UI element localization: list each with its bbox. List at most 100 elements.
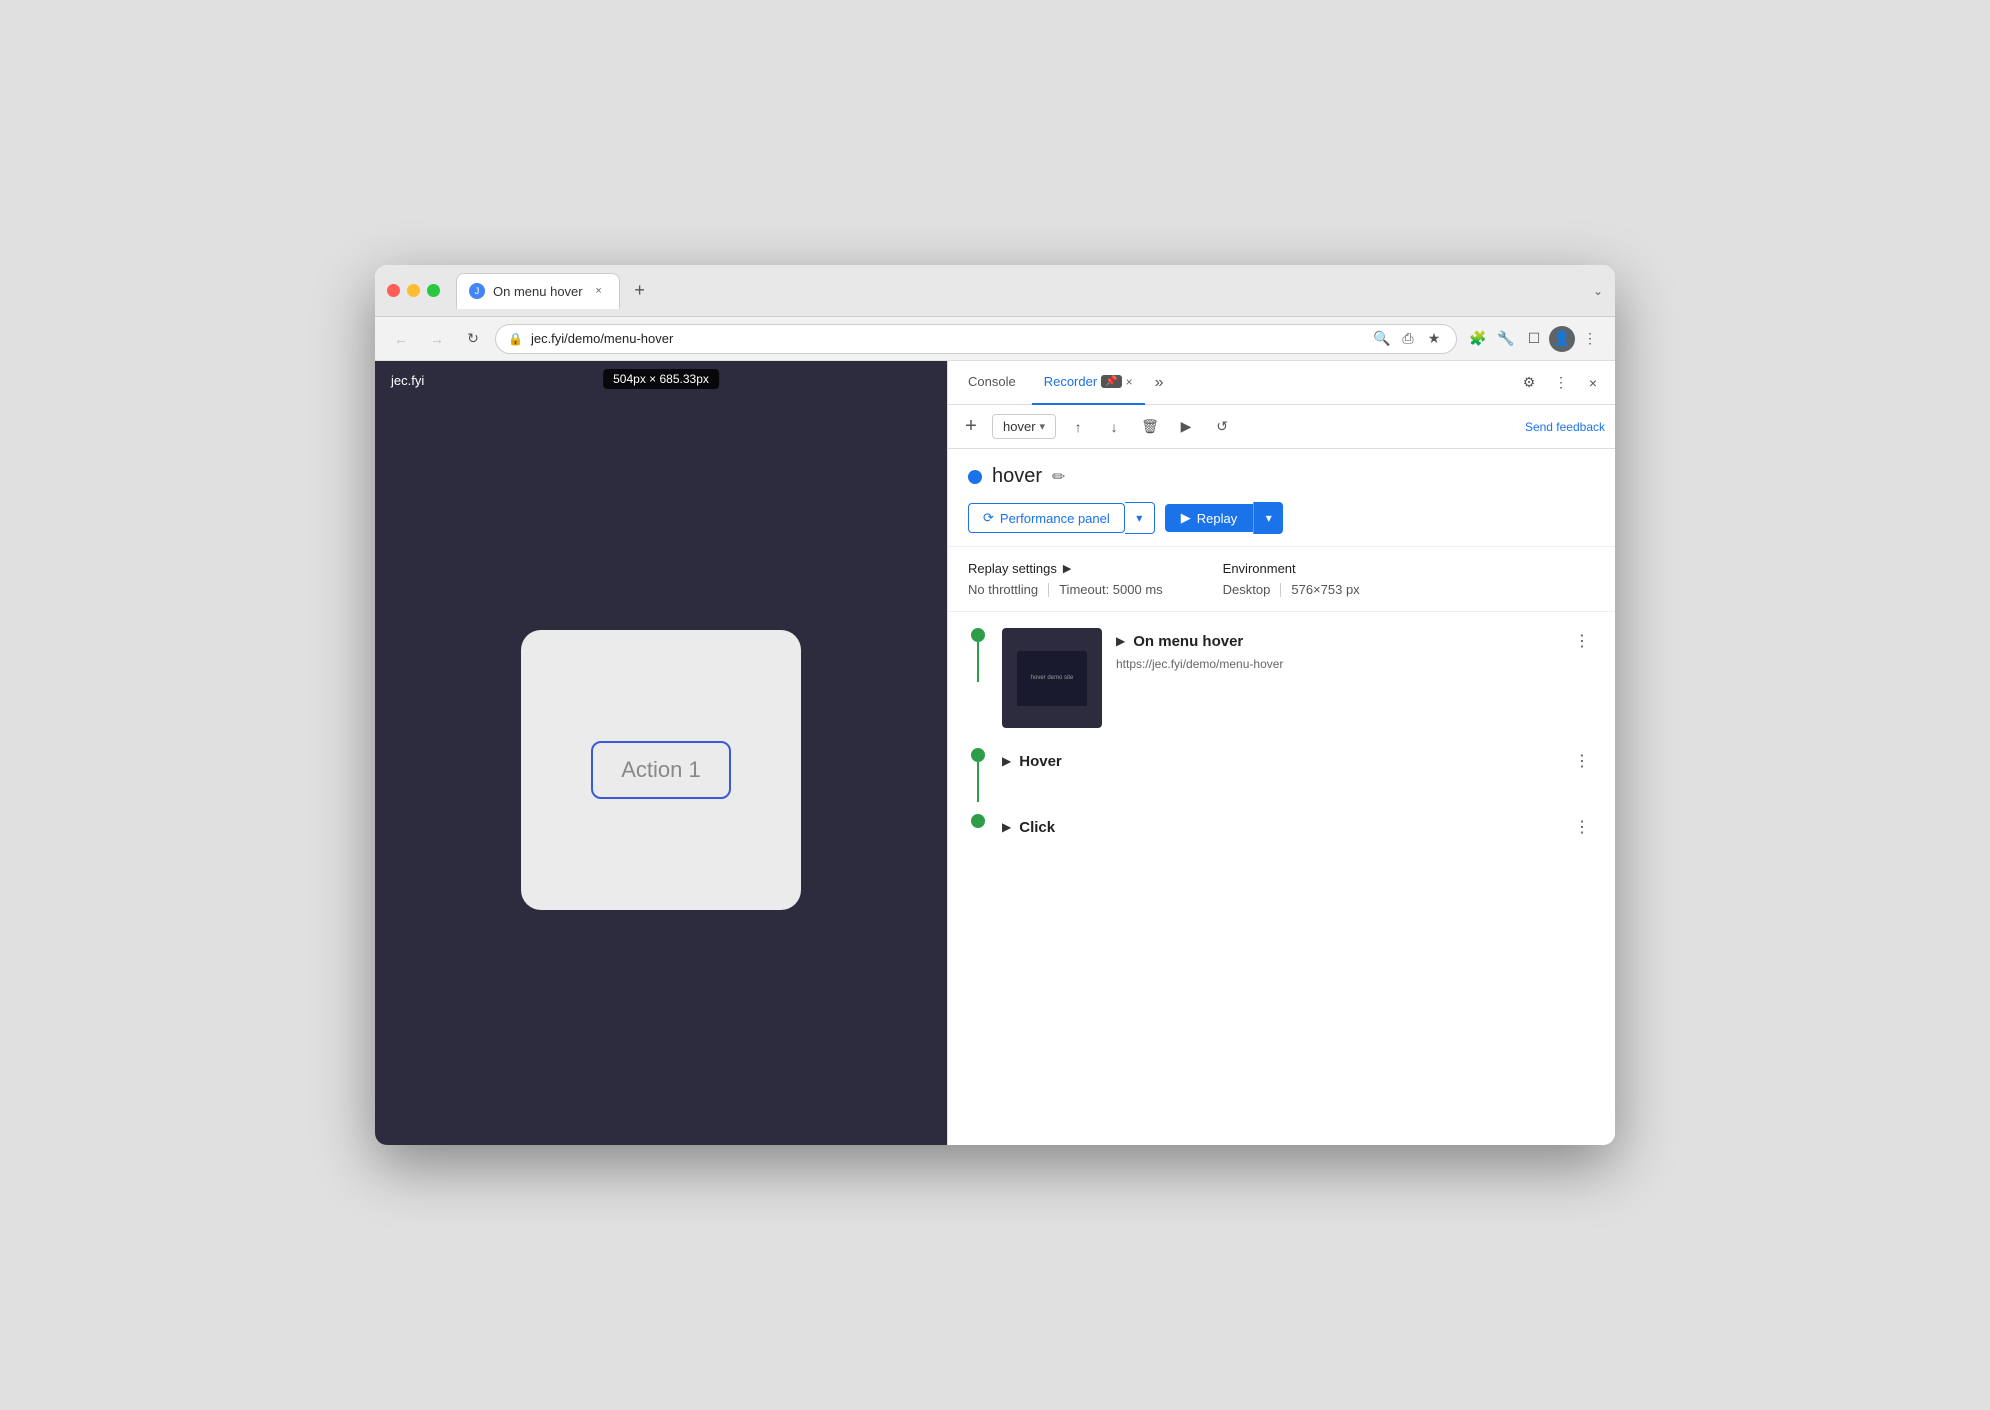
step-1-timeline [968,628,988,682]
dimension-tooltip: 504px × 685.33px [603,369,719,389]
title-bar: J On menu hover × + ⌄ [375,265,1615,317]
edit-title-icon[interactable]: ✏ [1052,467,1065,487]
step-1-title: On menu hover [1133,633,1243,650]
replay-dropdown-button[interactable]: ▾ [1253,502,1283,534]
menu-icon[interactable]: ⋮ [1577,326,1603,352]
step-2-content: ▶ Hover ⋮ [1002,748,1595,814]
forward-button[interactable]: → [423,325,451,353]
step-1-line [977,642,979,682]
replay-settings-values: No throttling Timeout: 5000 ms [968,582,1163,597]
extension-icon-1[interactable]: 🧩 [1465,326,1491,352]
desktop-label: Desktop [1223,582,1271,597]
extension-icons: 🧩 🔧 ☐ 👤 ⋮ [1465,326,1603,352]
env-divider [1280,583,1281,597]
environment-col: Environment Desktop 576×753 px [1223,561,1360,597]
step-3-content: ▶ Click ⋮ [1002,814,1595,860]
back-button[interactable]: ← [387,325,415,353]
environment-label: Environment [1223,561,1360,576]
step-3-title: Click [1019,819,1055,836]
replay-settings-col: Replay settings ▶ No throttling Timeout:… [968,561,1163,597]
settings-divider [1048,583,1049,597]
page-area: 504px × 685.33px jec.fyi Action 1 [375,361,947,1145]
browser-window: J On menu hover × + ⌄ ← → ↻ 🔒 jec.fyi/de… [375,265,1615,1145]
step-1-content: hover demo site ▶ On menu hover ⋮ https:… [1002,628,1595,748]
devtools-panel: Console Recorder 📌 × » ⚙ ⋮ × + hover ▾ [947,361,1615,1145]
address-bar[interactable]: 🔒 jec.fyi/demo/menu-hover 🔍 ⎙ ★ [495,324,1457,354]
nav-bar: ← → ↻ 🔒 jec.fyi/demo/menu-hover 🔍 ⎙ ★ 🧩 … [375,317,1615,361]
recorder-add-button[interactable]: + [958,414,984,440]
replay-button[interactable]: ▶ Replay [1165,504,1253,532]
action-button[interactable]: Action 1 [591,741,731,799]
replay-settings-section: Replay settings ▶ No throttling Timeout:… [948,547,1615,612]
tab-close-button[interactable]: × [591,283,607,299]
replay-settings-label: Replay settings [968,561,1057,576]
perf-panel-icon: ⟳ [983,510,994,526]
send-feedback-link[interactable]: Send feedback [1525,420,1605,434]
step-2-more-button[interactable]: ⋮ [1569,748,1595,774]
browser-tab[interactable]: J On menu hover × [456,273,620,309]
replay-settings-label-row: Replay settings ▶ [968,561,1163,576]
devtools-toolbar: Console Recorder 📌 × » ⚙ ⋮ × [948,361,1615,405]
devtools-more-button[interactable]: ⋮ [1547,369,1575,397]
recorder-delete-button[interactable]: 🗑 [1136,413,1164,441]
traffic-lights [387,284,440,297]
new-tab-button[interactable]: + [626,277,654,305]
step-2-title: Hover [1019,753,1062,770]
step-2-dot [971,748,985,762]
recorder-badge: 📌 [1101,375,1121,388]
step-2-timeline [968,748,988,802]
replay-settings-chevron-icon[interactable]: ▶ [1063,562,1071,575]
main-content: 504px × 685.33px jec.fyi Action 1 Consol… [375,361,1615,1145]
maximize-traffic-light[interactable] [427,284,440,297]
step-3-chevron-icon[interactable]: ▶ [1002,820,1011,834]
recorder-dropdown[interactable]: hover ▾ [992,414,1056,439]
tab-recorder[interactable]: Recorder 📌 × [1032,361,1145,405]
step-3-more-button[interactable]: ⋮ [1569,814,1595,840]
minimize-traffic-light[interactable] [407,284,420,297]
recording-status-dot [968,470,982,484]
more-tabs-button[interactable]: » [1149,370,1170,396]
step-2-chevron-icon[interactable]: ▶ [1002,754,1011,768]
performance-panel-button[interactable]: ⟳ Performance panel [968,503,1125,533]
bookmark-icon[interactable]: ★ [1424,329,1444,349]
recorder-upload-button[interactable]: ↑ [1064,413,1092,441]
search-icon[interactable]: 🔍 [1372,329,1392,349]
tab-bar: J On menu hover × + [456,273,1585,309]
recorder-dropdown-label: hover [1003,419,1036,434]
tab-favicon: J [469,283,485,299]
replay-icon: ▶ [1181,510,1191,526]
chevron-down-icon: ▾ [1040,420,1046,433]
tab-console[interactable]: Console [956,361,1028,405]
devtools-settings-button[interactable]: ⚙ [1515,369,1543,397]
extension-icon-2[interactable]: 🔧 [1493,326,1519,352]
window-controls: ⌄ [1593,284,1603,298]
step-item-2: ▶ Hover ⋮ [968,748,1595,814]
address-text: jec.fyi/demo/menu-hover [531,331,1364,346]
lock-icon: 🔒 [508,332,523,346]
recorder-download-button[interactable]: ↓ [1100,413,1128,441]
profile-icon[interactable]: 👤 [1549,326,1575,352]
step-item-1: hover demo site ▶ On menu hover ⋮ https:… [968,628,1595,748]
recorder-tab-close[interactable]: × [1126,375,1133,389]
step-1-more-button[interactable]: ⋮ [1569,628,1595,654]
address-icons: 🔍 ⎙ ★ [1372,329,1444,349]
step-1-dot [971,628,985,642]
environment-values: Desktop 576×753 px [1223,582,1360,597]
page-content: Action 1 [375,400,947,1140]
close-traffic-light[interactable] [387,284,400,297]
reload-button[interactable]: ↻ [459,325,487,353]
step-1-title-row: ▶ On menu hover ⋮ [1116,628,1595,654]
extension-icon-3[interactable]: ☐ [1521,326,1547,352]
recorder-toolbar: + hover ▾ ↑ ↓ 🗑 ▶ ↺ Send feedback [948,405,1615,449]
recording-header: hover ✏ ⟳ Performance panel ▾ ▶ [948,449,1615,547]
step-1-chevron-icon[interactable]: ▶ [1116,634,1125,648]
recorder-play-button[interactable]: ▶ [1172,413,1200,441]
recording-actions: ⟳ Performance panel ▾ ▶ Replay ▾ [968,502,1595,534]
step-1-url: https://jec.fyi/demo/menu-hover [1116,657,1595,671]
share-icon[interactable]: ⎙ [1398,329,1418,349]
devtools-close-button[interactable]: × [1579,369,1607,397]
step-1-thumbnail: hover demo site [1002,628,1102,728]
perf-panel-dropdown-button[interactable]: ▾ [1125,502,1155,534]
recording-title: hover [992,465,1042,488]
recorder-speed-button[interactable]: ↺ [1208,413,1236,441]
